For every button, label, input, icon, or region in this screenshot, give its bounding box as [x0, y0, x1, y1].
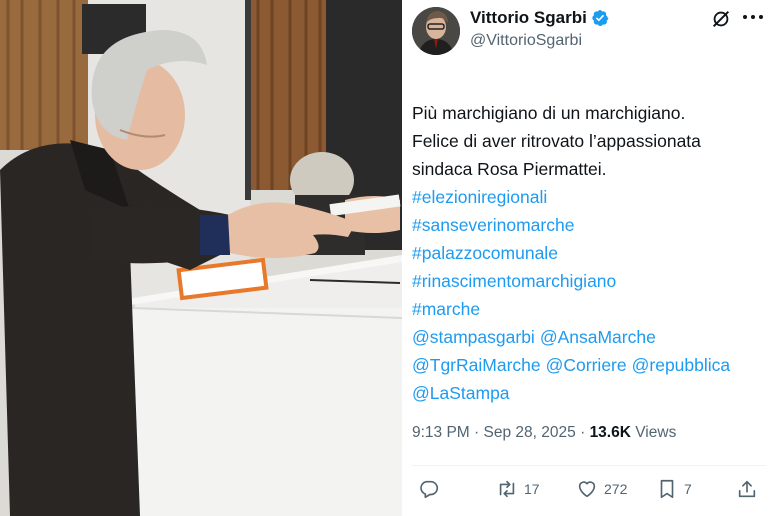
tweet-meta: 9:13 PM · Sep 28, 2025 · 13.6K Views [412, 424, 676, 442]
display-name[interactable]: Vittorio Sgarbi [470, 8, 587, 28]
mentions-line: @stampasgarbi @AnsaMarche [412, 323, 772, 351]
tweet-card: Vittorio Sgarbi @VittorioSgarbi Più marc… [402, 0, 774, 516]
retweet-button[interactable]: 17 [496, 478, 540, 500]
mention-link[interactable]: @stampasgarbi [412, 327, 535, 347]
mentions-line: @TgrRaiMarche @Corriere @repubblica [412, 351, 772, 379]
tweet-time[interactable]: 9:13 PM [412, 424, 470, 441]
bookmark-count: 7 [684, 481, 692, 497]
divider [412, 465, 766, 466]
reply-icon [420, 480, 439, 499]
like-button[interactable]: 272 [576, 478, 627, 500]
hashtag-link[interactable]: #elezioniregionali [412, 183, 772, 211]
tweet-photo[interactable] [0, 0, 402, 516]
hashtag-link[interactable]: #palazzocomunale [412, 239, 772, 267]
hashtag-link[interactable]: #sanseverinomarche [412, 211, 772, 239]
grok-icon[interactable] [710, 8, 732, 30]
views-label: Views [635, 424, 677, 441]
user-handle[interactable]: @VittorioSgarbi [470, 32, 582, 50]
bookmark-icon [660, 479, 674, 499]
heart-icon [578, 481, 596, 498]
tweet-text-line: Felice di aver ritrovato l’appassionata [412, 131, 701, 151]
share-icon [738, 480, 756, 498]
mentions-line: @LaStampa [412, 379, 772, 407]
meta-separator: · [580, 424, 586, 441]
views-count: 13.6K [589, 424, 631, 441]
polling-station-photo-illustration [0, 0, 402, 516]
tweet-text-line: Più marchigiano di un marchigiano. [412, 103, 686, 123]
tweet-text-line: sindaca Rosa Piermattei. [412, 159, 607, 179]
bookmark-button[interactable]: 7 [656, 478, 692, 500]
verified-badge-icon [592, 9, 609, 27]
mention-link[interactable]: @repubblica [632, 355, 731, 375]
mention-link[interactable]: @TgrRaiMarche [412, 355, 541, 375]
more-dots-icon[interactable] [740, 6, 766, 28]
mention-link[interactable]: @Corriere [546, 355, 627, 375]
mention-link[interactable]: @AnsaMarche [540, 327, 656, 347]
meta-separator: · [474, 424, 480, 441]
tweet-text: Più marchigiano di un marchigiano. Felic… [412, 99, 772, 407]
hashtag-link[interactable]: #rinascimentomarchigiano [412, 267, 772, 295]
mention-link[interactable]: @LaStampa [412, 383, 510, 403]
reply-button[interactable] [418, 478, 440, 500]
like-count: 272 [604, 481, 628, 497]
share-button[interactable] [736, 478, 758, 500]
retweet-icon [499, 480, 515, 498]
retweet-count: 17 [524, 481, 540, 497]
tweet-date[interactable]: Sep 28, 2025 [484, 424, 576, 441]
hashtag-link[interactable]: #marche [412, 295, 772, 323]
action-bar: 17 272 7 [402, 478, 774, 506]
avatar[interactable] [412, 7, 460, 55]
